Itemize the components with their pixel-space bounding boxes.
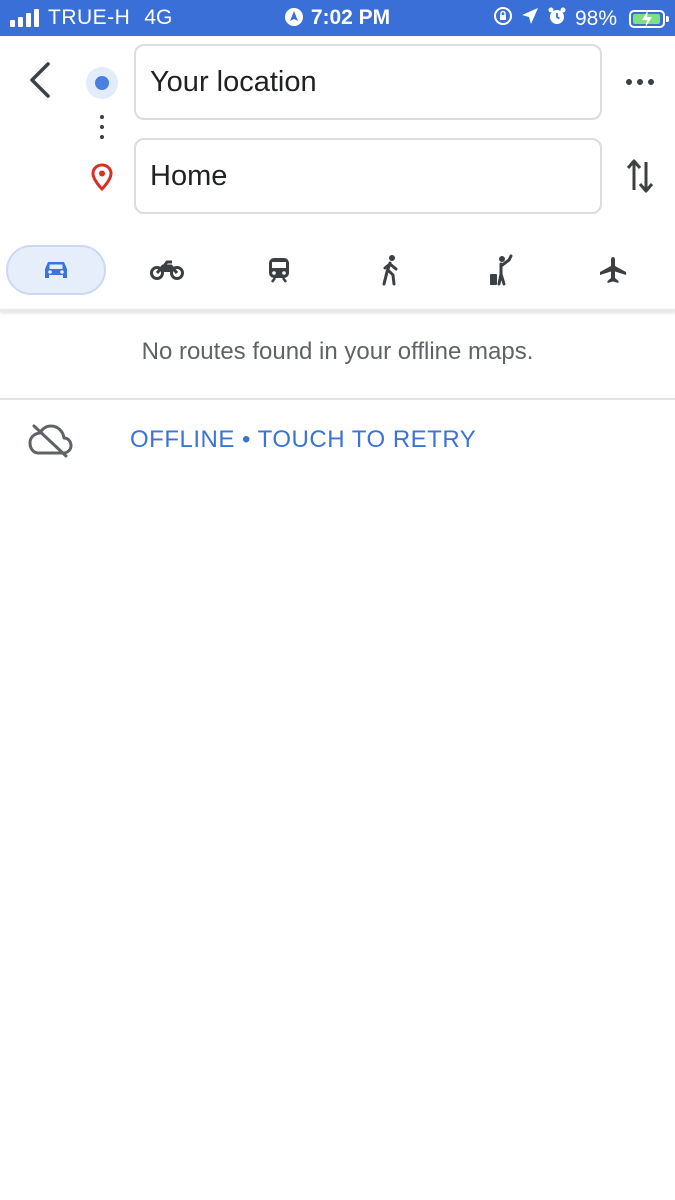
battery-percent: 98% <box>574 7 617 30</box>
origin-dot-icon <box>86 67 118 99</box>
no-routes-message: No routes found in your offline maps. <box>141 338 534 365</box>
offline-retry-row[interactable]: OFFLINE • TOUCH TO RETRY <box>0 410 675 470</box>
offline-retry-text[interactable]: OFFLINE • TOUCH TO RETRY <box>130 426 476 454</box>
mode-motorcycle-tab[interactable] <box>117 245 217 295</box>
mode-flight-tab[interactable] <box>563 245 663 295</box>
motorcycle-icon <box>150 260 184 280</box>
status-time: 7:02 PM <box>310 6 391 29</box>
header-shadow-divider <box>0 309 675 312</box>
origin-input[interactable]: Your location <box>134 44 602 120</box>
rotation-lock-icon <box>493 6 513 32</box>
destination-pin-icon <box>90 163 114 196</box>
ride-hailing-icon <box>490 254 513 286</box>
mode-walking-tab[interactable] <box>341 245 441 295</box>
back-button[interactable] <box>18 58 62 102</box>
flight-icon <box>600 257 626 283</box>
walking-icon <box>382 255 398 286</box>
transit-icon <box>269 258 289 283</box>
battery-nub <box>666 16 669 22</box>
route-connector-dots <box>100 115 104 145</box>
swap-origin-destination-button[interactable] <box>620 154 660 198</box>
travel-mode-bar <box>0 240 675 302</box>
location-arrow-icon <box>521 7 539 31</box>
navigation-indicator-icon <box>284 8 303 32</box>
alarm-icon <box>547 6 567 32</box>
destination-input[interactable]: Home <box>134 138 602 214</box>
battery-icon <box>629 10 669 28</box>
charging-bolt-icon <box>641 10 653 34</box>
status-bar: TRUE-H 4G 7:02 PM 98% <box>0 0 675 36</box>
back-arrow-icon <box>30 62 50 98</box>
cloud-off-icon <box>26 422 74 463</box>
swap-arrows-icon <box>626 159 654 193</box>
mode-ride-hailing-tab[interactable] <box>452 245 552 295</box>
results-divider <box>0 398 675 400</box>
car-icon <box>45 262 67 278</box>
mode-driving-tab[interactable] <box>6 245 106 295</box>
status-bar-right: 98% <box>493 6 669 32</box>
more-options-button[interactable] <box>620 68 660 96</box>
mode-transit-tab[interactable] <box>229 245 329 295</box>
